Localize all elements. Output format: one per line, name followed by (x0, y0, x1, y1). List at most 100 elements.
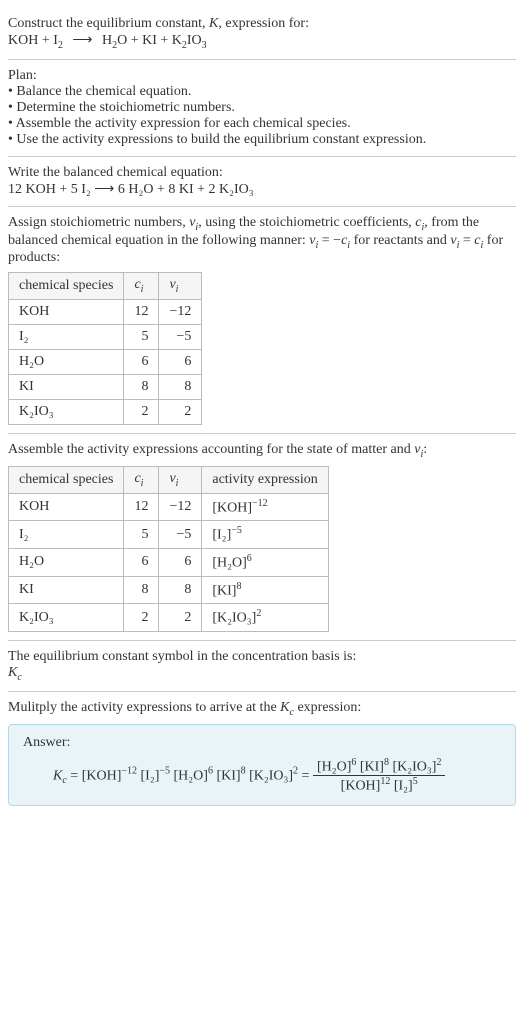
table-header: chemical species (9, 466, 124, 493)
num1: [H₂O] (317, 759, 351, 774)
ans-e4: 8 (241, 765, 246, 776)
den1: [KOH] (341, 779, 381, 794)
cell: [H₂O]6 (202, 549, 328, 577)
cell: K₂IO₃ (9, 604, 124, 632)
cell: KI (9, 576, 124, 604)
table-header: ci (124, 273, 159, 300)
answer-box: Answer: Kc = [KOH]−12 [I₂]−5 [H₂O]6 [KI]… (8, 724, 516, 806)
ans-e3: 6 (208, 765, 213, 776)
act-base: [I₂] (212, 528, 231, 543)
K-sub: c (17, 672, 21, 683)
cell: 6 (124, 549, 159, 577)
eq-symbol-text: The equilibrium constant symbol in the c… (8, 649, 516, 665)
de2: 5 (413, 776, 418, 787)
cell: 5 (124, 521, 159, 549)
ans-K: K (53, 768, 62, 783)
cell: K₂IO₃ (9, 400, 124, 425)
stoich-table: chemical species ci νi KOH12−12 I₂5−5 H₂… (8, 272, 202, 425)
cell: −12 (159, 300, 202, 325)
mult-K: K (280, 700, 289, 715)
cell: 6 (159, 350, 202, 375)
ne1: 6 (351, 757, 356, 768)
assign-eq2b: = (459, 233, 474, 248)
table-row: H₂O66[H₂O]6 (9, 549, 329, 577)
table-header-row: chemical species ci νi activity expressi… (9, 466, 329, 493)
num2: [KI] (360, 759, 384, 774)
assign-eq1b: = − (318, 233, 341, 248)
den2: [I₂] (394, 779, 413, 794)
fraction-numerator: [H₂O]6 [KI]8 [K₂IO₃]2 (313, 757, 446, 777)
th-nu-sub: i (176, 478, 179, 489)
cell: −5 (159, 325, 202, 350)
ne2: 8 (384, 757, 389, 768)
cell: [KI]8 (202, 576, 328, 604)
ans-t3: [H₂O] (174, 768, 208, 783)
mult-t2: expression: (294, 700, 361, 715)
cell: −5 (159, 521, 202, 549)
act-exp: 2 (256, 608, 261, 619)
ans-t1: [KOH] (82, 768, 122, 783)
activity-t2: : (423, 442, 427, 457)
eq-symbol-section: The equilibrium constant symbol in the c… (8, 641, 516, 692)
ans-eq2: = (298, 768, 313, 783)
table-row: K₂IO₃22[K₂IO₃]2 (9, 604, 329, 632)
arrow-icon: ⟶ (66, 33, 98, 48)
th-c-sub: i (141, 284, 144, 295)
table-row: H₂O66 (9, 350, 202, 375)
plan-title: Plan: (8, 68, 516, 84)
cell: 2 (124, 604, 159, 632)
cell: 8 (159, 576, 202, 604)
cell: 2 (124, 400, 159, 425)
plan-bullet-4: • Use the activity expressions to build … (8, 132, 516, 148)
cell: I₂ (9, 521, 124, 549)
plan-bullet-2: • Determine the stoichiometric numbers. (8, 100, 516, 116)
cell: 12 (124, 493, 159, 521)
answer-title: Answer: (23, 735, 501, 751)
th-c-sub: i (141, 478, 144, 489)
table-header: νi (159, 466, 202, 493)
th-nu-sub: i (176, 284, 179, 295)
table-row: KI88[KI]8 (9, 576, 329, 604)
K: K (8, 665, 17, 680)
cell: 5 (124, 325, 159, 350)
plan-bullet-3: • Assemble the activity expression for e… (8, 116, 516, 132)
assign-t2: , using the stoichiometric coefficients, (198, 215, 415, 230)
act-base: [KOH] (212, 500, 252, 515)
header-K: K (209, 16, 218, 31)
table-header: νi (159, 273, 202, 300)
header-eq-rhs-c: IO (187, 33, 202, 48)
cell: 8 (124, 576, 159, 604)
table-header: ci (124, 466, 159, 493)
header-eq-lhs: KOH + I (8, 33, 58, 48)
activity-t1: Assemble the activity expressions accoun… (8, 442, 414, 457)
assign-intro: Assign stoichiometric numbers, νi, using… (8, 215, 516, 267)
num3: [K₂IO₃] (392, 759, 436, 774)
cell: 12 (124, 300, 159, 325)
cell: H₂O (9, 350, 124, 375)
cell: KI (9, 375, 124, 400)
act-base: [KI] (212, 583, 236, 598)
table-row: KOH12−12[KOH]−12 (9, 493, 329, 521)
act-base: [H₂O] (212, 556, 246, 571)
cell: [I₂]−5 (202, 521, 328, 549)
header-eq-sub: 2 (58, 40, 63, 51)
cell: 8 (159, 375, 202, 400)
cell: [K₂IO₃]2 (202, 604, 328, 632)
table-row: KI88 (9, 375, 202, 400)
ans-e2: −5 (159, 765, 170, 776)
header-text: Construct the equilibrium constant, (8, 16, 209, 31)
header-eq-sub3: 3 (202, 40, 207, 51)
ans-t4: [KI] (216, 768, 240, 783)
cell: H₂O (9, 549, 124, 577)
mult-t1: Mulitply the activity expressions to arr… (8, 700, 280, 715)
cell: [KOH]−12 (202, 493, 328, 521)
assign-t1: Assign stoichiometric numbers, (8, 215, 189, 230)
act-exp: 8 (236, 581, 241, 592)
balanced-equation: 12 KOH + 5 I₂ ⟶ 6 H₂O + 8 KI + 2 K₂IO₃ (8, 181, 516, 198)
table-row: I₂5−5[I₂]−5 (9, 521, 329, 549)
table-header: activity expression (202, 466, 328, 493)
cell: KOH (9, 300, 124, 325)
de1: 12 (380, 776, 390, 787)
cell: KOH (9, 493, 124, 521)
cell: I₂ (9, 325, 124, 350)
